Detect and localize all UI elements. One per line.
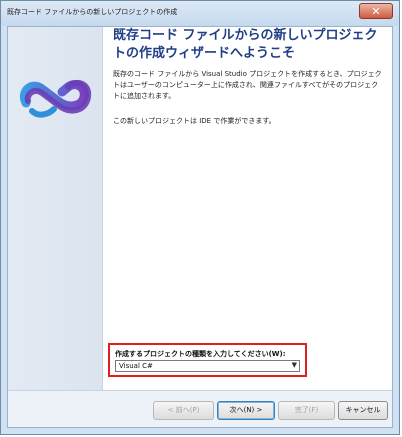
project-type-select[interactable]: Visual C# ▼: [115, 360, 300, 372]
next-button[interactable]: 次へ(N) >: [217, 401, 275, 420]
wizard-window: 既存コード ファイルからの新しいプロジェクトの作成 ✕ 既存コード ファイルから…: [0, 0, 400, 435]
page-title: 既存コード ファイルからの新しいプロジェクトの作成ウィザードへようこそ: [113, 28, 378, 61]
project-type-highlight: 作成するプロジェクトの種類を入力してください(W): Visual C# ▼: [108, 343, 307, 377]
chevron-down-icon: ▼: [291, 361, 297, 369]
window-title: 既存コード ファイルからの新しいプロジェクトの作成: [7, 8, 178, 16]
ide-text: この新しいプロジェクトは IDE で作業ができます。: [113, 117, 276, 125]
wizard-client-area: 既存コード ファイルからの新しいプロジェクトの作成ウィザードへようこそ 既存のコ…: [7, 26, 393, 428]
wizard-sidebar: [8, 27, 103, 394]
cancel-button[interactable]: キャンセル: [338, 401, 388, 420]
finish-button[interactable]: 完了(F): [278, 401, 335, 420]
project-type-value: Visual C#: [119, 362, 153, 370]
project-type-label: 作成するプロジェクトの種類を入力してください(W):: [115, 350, 286, 358]
back-button[interactable]: < 前へ(P): [153, 401, 214, 420]
intro-text: 既存のコード ファイルから Visual Studio プロジェクトを作成すると…: [113, 70, 382, 100]
wizard-footer: < 前へ(P) 次へ(N) > 完了(F) キャンセル: [8, 390, 392, 427]
visual-studio-logo-icon: [20, 79, 92, 118]
title-bar: 既存コード ファイルからの新しいプロジェクトの作成 ✕: [1, 1, 399, 26]
close-button[interactable]: ✕: [359, 3, 393, 19]
